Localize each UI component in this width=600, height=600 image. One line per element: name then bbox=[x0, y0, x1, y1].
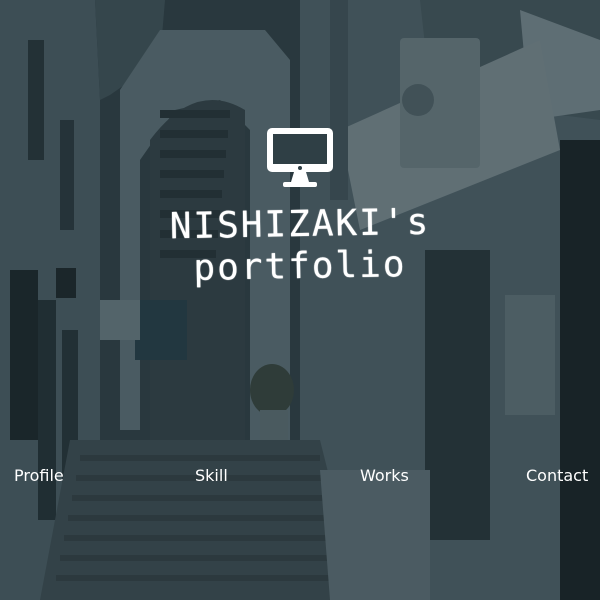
nav-skill-link[interactable]: Skill bbox=[195, 466, 228, 485]
nav-contact-link[interactable]: Contact bbox=[526, 466, 588, 485]
site-logo: NISHIZAKI's portfolio bbox=[0, 126, 600, 289]
desktop-monitor-icon bbox=[267, 128, 333, 187]
main-nav: Profile Skill Works Contact bbox=[0, 466, 600, 492]
dark-overlay bbox=[0, 0, 600, 600]
hero-section: NISHIZAKI's portfolio Profile Skill Work… bbox=[0, 0, 600, 600]
nav-works-link[interactable]: Works bbox=[360, 466, 409, 485]
nav-profile-link[interactable]: Profile bbox=[14, 466, 64, 485]
